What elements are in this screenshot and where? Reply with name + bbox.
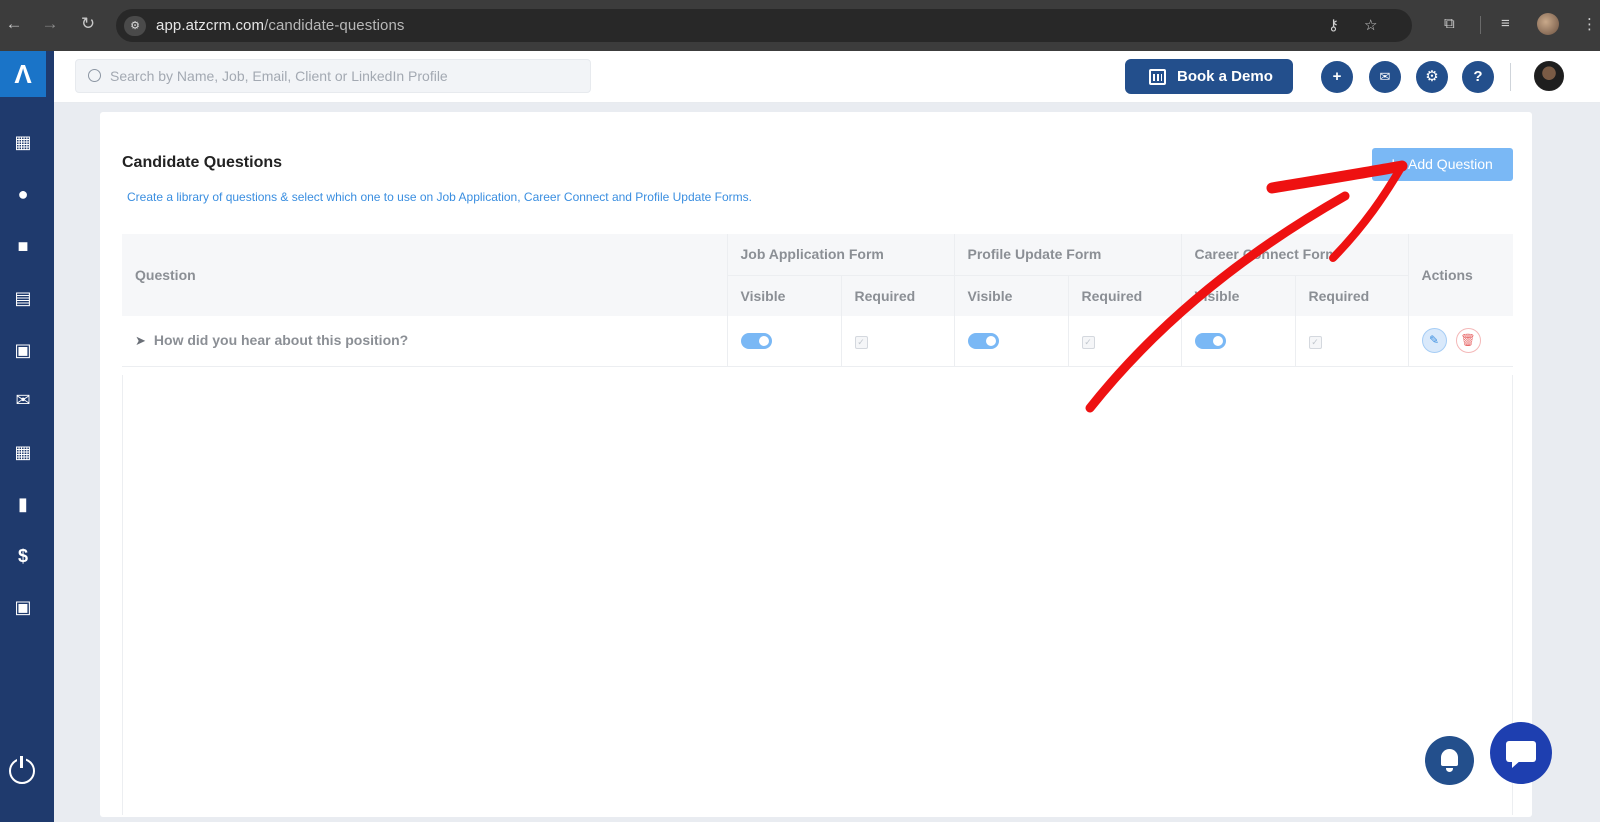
job-required-header: Required — [840, 274, 954, 316]
dashboard-icon[interactable]: ▦ — [0, 127, 46, 157]
calendar-icon — [1149, 69, 1166, 85]
media-control-icon[interactable]: ≡ — [1501, 15, 1510, 32]
question-column-header: Question — [122, 234, 727, 316]
add-question-button[interactable]: + Add Question — [1372, 148, 1513, 181]
job-visible-header: Visible — [726, 274, 841, 316]
placements-icon[interactable]: ▣ — [0, 592, 46, 622]
toolbar-divider — [1480, 16, 1481, 34]
page-subtitle: Create a library of questions & select w… — [127, 190, 753, 204]
back-icon[interactable]: ← — [4, 14, 24, 34]
app-logo[interactable]: Λ — [0, 51, 46, 97]
profile-required-cell: ✓ — [1067, 316, 1181, 367]
clients-icon[interactable]: ▤ — [0, 283, 46, 313]
job-required-cell: ✓ — [840, 316, 954, 367]
profile-visible-cell — [953, 316, 1068, 367]
site-info-icon[interactable]: ⚙ — [124, 16, 146, 36]
question-text: How did you hear about this position? — [153, 332, 409, 349]
chat-widget-icon[interactable] — [1490, 722, 1552, 784]
global-search — [75, 59, 591, 93]
add-question-label: Add Question — [1408, 156, 1493, 172]
profile-required-checkbox[interactable]: ✓ — [1081, 335, 1095, 349]
book-demo-button[interactable]: Book a Demo — [1125, 59, 1293, 94]
delete-icon[interactable]: 🗑 — [1455, 328, 1481, 354]
job-visible-toggle[interactable] — [740, 333, 772, 350]
reports-icon[interactable]: ▮ — [0, 489, 46, 519]
email-icon[interactable]: ✉ — [0, 385, 46, 415]
search-icon — [88, 69, 101, 82]
plus-icon: + — [1388, 154, 1399, 174]
calendar-icon[interactable]: ▦ — [0, 437, 46, 467]
candidates-icon[interactable]: ● — [0, 179, 46, 209]
quick-add-button[interactable]: + — [1321, 61, 1353, 93]
profile-visible-header: Visible — [953, 274, 1068, 316]
search-input[interactable] — [110, 60, 580, 92]
career-visible-cell — [1180, 316, 1295, 367]
job-visible-cell — [726, 316, 841, 367]
questions-card: Candidate Questions Create a library of … — [100, 112, 1532, 817]
jobs-icon[interactable]: ■ — [0, 231, 46, 261]
page-title: Candidate Questions — [122, 154, 283, 171]
profile-visible-toggle[interactable] — [967, 333, 999, 350]
actions-cell: ✎ 🗑 — [1407, 316, 1513, 367]
question-cell: ➤ How did you hear about this position? — [122, 316, 727, 367]
career-required-checkbox[interactable]: ✓ — [1308, 335, 1322, 349]
profile-avatar[interactable] — [1537, 13, 1559, 35]
app-topbar: Book a Demo + ✉ ⚙ ? — [54, 51, 1600, 103]
table-border-left — [122, 375, 123, 815]
address-bar[interactable]: ⚙ app.atzcrm.com/candidate-questions ⚷ ☆ — [116, 9, 1412, 42]
book-demo-label: Book a Demo — [1177, 68, 1273, 85]
profile-update-form-header: Profile Update Form — [953, 234, 1181, 275]
settings-button[interactable]: ⚙ — [1416, 61, 1448, 93]
profile-required-header: Required — [1067, 274, 1181, 316]
help-button[interactable]: ? — [1462, 61, 1494, 93]
reload-icon[interactable]: ↻ — [78, 14, 98, 34]
edit-icon[interactable]: ✎ — [1421, 328, 1447, 354]
extensions-icon[interactable]: ⧉ — [1444, 15, 1455, 32]
career-required-cell: ✓ — [1294, 316, 1408, 367]
career-required-header: Required — [1294, 274, 1408, 316]
notifications-bell-icon[interactable] — [1425, 736, 1474, 785]
main-content: Candidate Questions Create a library of … — [54, 103, 1600, 822]
table-row: ➤ How did you hear about this position? ✓… — [122, 316, 1513, 367]
mail-button[interactable]: ✉ — [1369, 61, 1401, 93]
user-avatar[interactable] — [1534, 61, 1564, 91]
billing-icon[interactable]: $ — [0, 541, 46, 571]
menu-icon[interactable]: ⋮ — [1582, 15, 1597, 33]
password-key-icon[interactable]: ⚷ — [1328, 16, 1339, 34]
url-text[interactable]: app.atzcrm.com/candidate-questions — [156, 17, 405, 34]
power-icon[interactable] — [9, 756, 35, 784]
paper-plane-icon: ➤ — [135, 333, 146, 349]
browser-toolbar: ← → ↻ ⚙ app.atzcrm.com/candidate-questio… — [0, 0, 1600, 51]
forward-icon[interactable]: → — [40, 14, 60, 34]
contacts-icon[interactable]: ▣ — [0, 335, 46, 365]
actions-column-header: Actions — [1407, 234, 1513, 316]
job-application-form-header: Job Application Form — [726, 234, 954, 275]
career-visible-toggle[interactable] — [1194, 333, 1226, 350]
bookmark-star-icon[interactable]: ☆ — [1364, 16, 1377, 34]
career-visible-header: Visible — [1180, 274, 1295, 316]
questions-table: Question Job Application Form Profile Up… — [122, 234, 1513, 367]
job-required-checkbox[interactable]: ✓ — [854, 335, 868, 349]
career-connect-form-header: Career Connect Form — [1180, 234, 1408, 275]
sidebar: Λ ▦ ● ■ ▤ ▣ ✉ ▦ ▮ $ ▣ — [0, 51, 54, 822]
topbar-divider — [1510, 63, 1511, 91]
